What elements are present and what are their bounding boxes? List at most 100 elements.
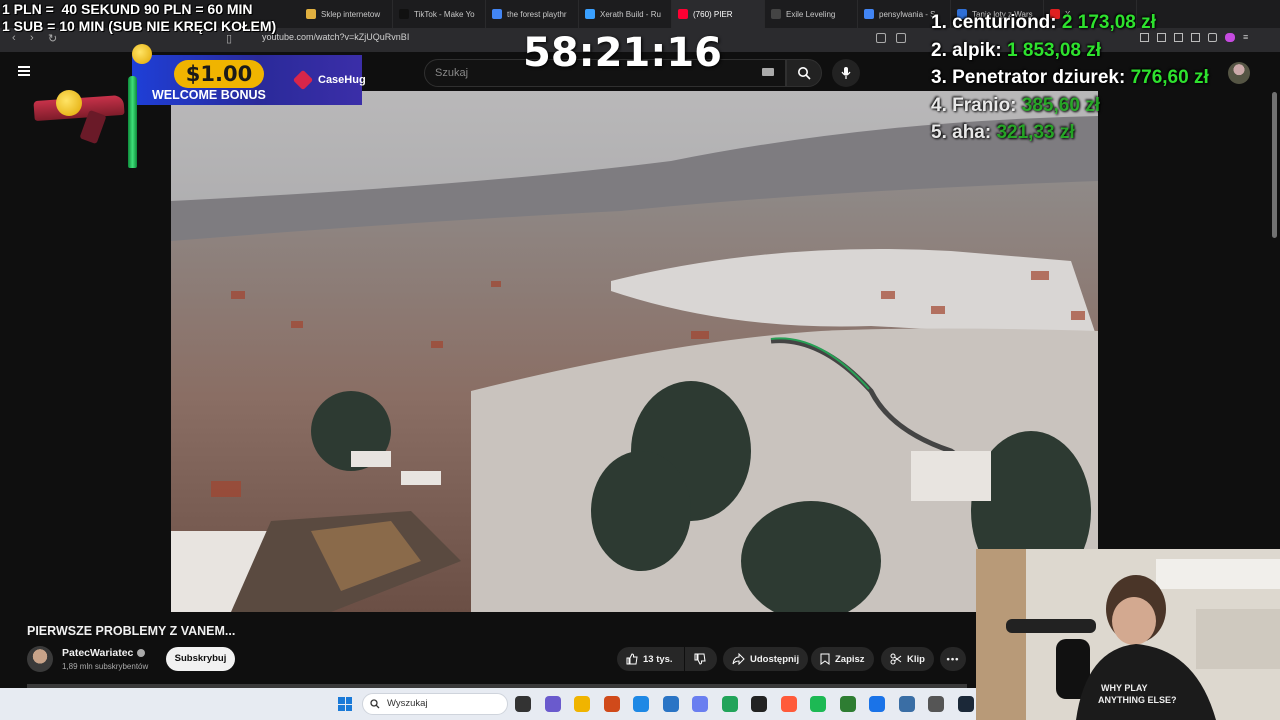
share-label: Udostępnij (750, 653, 800, 665)
clip-label: Klip (907, 653, 925, 665)
voice-search-button[interactable] (832, 59, 860, 87)
share-button[interactable]: Udostępnij (723, 647, 809, 671)
chrome-icon[interactable] (633, 696, 649, 712)
discord-icon[interactable] (692, 696, 708, 712)
donor-name: 4. Franio: (931, 94, 1017, 116)
save-label: Zapisz (835, 653, 865, 665)
donor-leaderboard: 1. centuriond: 2 173,08 zł 2. alpik: 1 85… (931, 9, 1209, 147)
video-player[interactable] (171, 91, 1098, 612)
tab-label: Sklep internetow (321, 9, 381, 19)
leaderboard-entry: 5. aha: 321,33 zł (931, 119, 1209, 147)
knife-skin-image (128, 76, 137, 168)
obs-icon[interactable] (751, 696, 767, 712)
donor-name: 3. Penetrator dziurek: (931, 67, 1126, 88)
windows-start-icon[interactable] (338, 697, 352, 711)
webcam-person-image: WHY PLAY ANYTHING ELSE? (976, 549, 1280, 720)
clip-button[interactable]: Klip (881, 647, 934, 671)
donation-amount: 776,60 zł (1130, 67, 1209, 88)
leaderboard-entry: 2. alpik: 1 853,08 zł (931, 37, 1209, 65)
streamer-webcam: WHY PLAY ANYTHING ELSE? (976, 549, 1280, 720)
leaderboard-entry: 1. centuriond: 2 173,08 zł (931, 9, 1209, 37)
excel-icon[interactable] (839, 696, 856, 712)
settings-icon[interactable] (898, 696, 915, 712)
subscriber-count: 1,89 mln subskrybentów (62, 662, 149, 671)
save-button[interactable]: Zapisz (811, 647, 874, 671)
tab-favicon-icon (864, 9, 874, 19)
browser-tab[interactable]: Xerath Build - Ru (579, 0, 672, 28)
donor-name: 1. centuriond: (931, 12, 1057, 33)
more-actions-button[interactable]: ••• (940, 647, 966, 671)
copilot-icon[interactable] (544, 696, 561, 712)
thumbs-down-icon (694, 653, 706, 665)
tab-label: Xerath Build - Ru (600, 9, 661, 19)
leaderboard-entry: 3. Penetrator dziurek: 776,60 zł (931, 64, 1209, 92)
browser-tab[interactable]: Exile Leveling (765, 0, 858, 28)
like-button[interactable]: 13 tys. (617, 647, 684, 671)
search-button[interactable] (786, 59, 822, 87)
rules-line-2: 1 SUB = 10 MIN (SUB NIE KRĘCI KOŁEM) (2, 18, 277, 34)
tab-label: Exile Leveling (786, 9, 836, 19)
account-avatar[interactable] (1228, 62, 1250, 84)
donor-name: 5. aha: (931, 122, 992, 143)
browser-tab[interactable]: TikTok - Make Yo (393, 0, 486, 28)
microphone-icon (841, 67, 851, 79)
donor-name: 2. alpik: (931, 39, 1002, 61)
browser-toolbar-icons (876, 33, 906, 43)
channel-name[interactable]: PatecWariatec (62, 647, 146, 659)
gamepad-icon[interactable] (1225, 33, 1235, 42)
file-explorer-icon[interactable] (574, 696, 590, 712)
page-scrollbar[interactable] (1272, 92, 1277, 238)
donation-amount: 385,60 zł (1021, 94, 1100, 116)
casehug-brand: CaseHug (318, 74, 366, 86)
donation-rules: 1 PLN = 40 SEKUND 90 PLN = 60 MIN 1 SUB =… (2, 1, 276, 35)
store-icon[interactable] (662, 696, 679, 712)
more-dots-icon: ••• (946, 653, 960, 665)
video-title: PIERWSZE PROBLEMY Z VANEM... (27, 624, 236, 638)
channel-avatar[interactable] (27, 646, 53, 672)
tab-favicon-icon (771, 9, 781, 19)
spotify-icon[interactable] (810, 696, 826, 712)
taskbar-search-input[interactable]: Wyszukaj (362, 693, 508, 715)
brave-icon[interactable] (603, 696, 620, 712)
leaderboard-entry: 4. Franio: 385,60 zł (931, 92, 1209, 120)
dislike-button[interactable] (685, 647, 717, 671)
donation-amount: 321,33 zł (996, 122, 1075, 143)
task-view-icon[interactable] (515, 696, 531, 712)
subscribe-button[interactable]: Subskrybuj (166, 647, 235, 671)
tab-label: TikTok - Make Yo (414, 9, 475, 19)
tab-favicon-icon (678, 9, 688, 19)
tab-favicon-icon (492, 9, 502, 19)
tab-label: (760) PIER (693, 9, 733, 19)
keyboard-icon[interactable] (762, 68, 774, 76)
steam-icon[interactable] (957, 696, 974, 712)
tab-favicon-icon (585, 9, 595, 19)
xbox-icon[interactable] (721, 696, 738, 712)
screen: Sklep internetow TikTok - Make Yo the fore… (0, 0, 1280, 720)
browser-tab[interactable]: the forest playthr (486, 0, 579, 28)
video-frame-snowy-town-aerial (171, 91, 1098, 612)
cast-icon[interactable] (876, 33, 886, 43)
notepad-icon[interactable] (869, 696, 885, 712)
svg-text:ANYTHING ELSE?: ANYTHING ELSE? (1098, 695, 1177, 705)
donation-amount: 2 173,08 zł (1061, 12, 1156, 33)
verified-icon (137, 649, 146, 658)
share-icon[interactable] (896, 33, 906, 43)
vpn-icon[interactable] (1208, 33, 1217, 42)
browser-tab[interactable]: (760) PIER (672, 0, 765, 28)
app-icon[interactable] (928, 696, 944, 712)
share-arrow-icon (732, 653, 745, 665)
bookmark-save-icon (820, 653, 830, 665)
tab-label: the forest playthr (507, 9, 567, 19)
brave-beta-icon[interactable] (780, 696, 797, 712)
tab-favicon-icon (306, 9, 316, 19)
tab-favicon-icon (399, 9, 409, 19)
coin-icon (132, 44, 152, 64)
thumbs-up-icon (626, 653, 638, 665)
menu-icon[interactable]: ≡ (1243, 33, 1253, 42)
rules-line-1: 1 PLN = 40 SEKUND 90 PLN = 60 MIN (2, 1, 253, 17)
donation-amount: 1 853,08 zł (1007, 39, 1102, 61)
search-icon (798, 67, 811, 80)
subathon-timer: 58:21:16 (523, 30, 722, 76)
svg-text:WHY PLAY: WHY PLAY (1101, 683, 1148, 693)
browser-tab[interactable]: Sklep internetow (300, 0, 393, 28)
